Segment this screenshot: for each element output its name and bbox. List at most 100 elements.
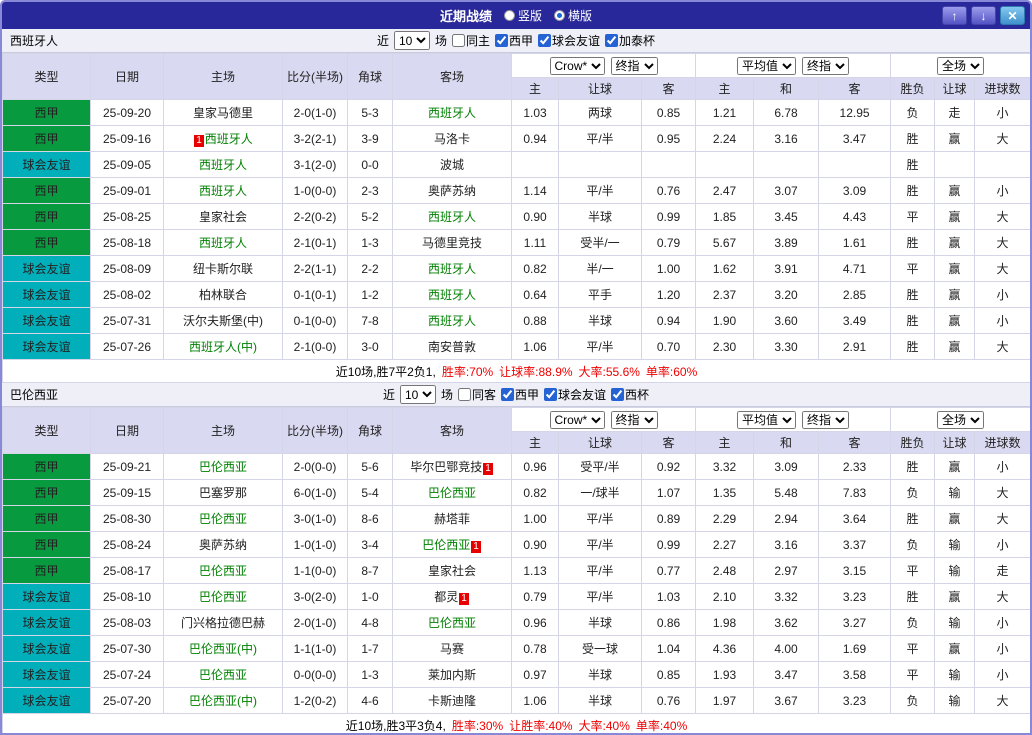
layout-radio-vertical[interactable]: 竖版 <box>504 7 542 24</box>
column-header: 进球数 <box>975 78 1031 100</box>
ah-line: 半球 <box>559 662 642 688</box>
ah-result-cell: 输 <box>935 662 975 688</box>
goals-result-cell: 小 <box>975 282 1031 308</box>
ah-line: 平/半 <box>559 532 642 558</box>
checkbox[interactable] <box>458 388 471 401</box>
eu-away-odds: 2.33 <box>819 454 891 480</box>
ah-result-cell: 赢 <box>935 230 975 256</box>
checkbox[interactable] <box>495 34 508 47</box>
column-header: 客 <box>642 78 696 100</box>
match-count-select[interactable]: 10 <box>400 385 436 404</box>
eu-draw-odds: 3.47 <box>754 662 819 688</box>
ah-home-odds: 0.96 <box>512 610 559 636</box>
goals-result-cell: 小 <box>975 454 1031 480</box>
result-cell: 负 <box>891 610 935 636</box>
corner-cell: 7-8 <box>348 308 393 334</box>
move-down-button[interactable]: ↓ <box>971 6 996 25</box>
ah-result-cell: 输 <box>935 688 975 714</box>
away-team-cell: 巴伦西亚 <box>393 480 512 506</box>
eu-odds-source-select[interactable]: 平均值 <box>737 57 796 75</box>
eu-home-odds: 2.30 <box>696 334 754 360</box>
match-count-select[interactable]: 10 <box>394 31 430 50</box>
ah-away-odds: 0.77 <box>642 558 696 584</box>
checkbox-label: 同客 <box>472 386 496 403</box>
goals-result-cell: 大 <box>975 204 1031 230</box>
ah-away-odds: 0.94 <box>642 308 696 334</box>
checkbox[interactable] <box>605 34 618 47</box>
result-row: 球会友谊 25-07-31 沃尔夫斯堡(中) 0-1(0-0) 7-8 西班牙人… <box>3 308 1031 334</box>
competition-checkbox[interactable]: 西甲 <box>501 386 539 403</box>
team-name: 纽卡斯尔联 <box>193 262 253 276</box>
checkbox[interactable] <box>452 34 465 47</box>
eu-draw-odds: 3.91 <box>754 256 819 282</box>
competition-cell: 球会友谊 <box>3 584 91 610</box>
eu-draw-odds: 3.60 <box>754 308 819 334</box>
competition-checkbox[interactable]: 西杯 <box>611 386 649 403</box>
result-cell: 负 <box>891 532 935 558</box>
eu-odds-time-select[interactable]: 终指 <box>802 411 849 429</box>
column-header: 比分(半场) <box>283 408 348 454</box>
team-name: 巴伦西亚 <box>199 460 247 474</box>
ah-home-odds: 1.06 <box>512 334 559 360</box>
result-cell: 负 <box>891 100 935 126</box>
checkbox[interactable] <box>501 388 514 401</box>
checkbox[interactable] <box>611 388 624 401</box>
summary-row: 近10场,胜3平3负4,胜率:30%让胜率:40%大率:40%单率:40% <box>3 714 1031 735</box>
ah-result-cell: 输 <box>935 532 975 558</box>
eu-odds-time-select[interactable]: 终指 <box>802 57 849 75</box>
column-header: 和 <box>754 78 819 100</box>
score-cell: 0-1(0-0) <box>283 308 348 334</box>
eu-away-odds: 1.69 <box>819 636 891 662</box>
home-team-cell: 巴塞罗那 <box>164 480 283 506</box>
result-cell: 胜 <box>891 152 935 178</box>
scope-select[interactable]: 全场 <box>937 411 984 429</box>
column-header: 角球 <box>348 54 393 100</box>
same-venue-checkbox[interactable]: 同客 <box>458 386 496 403</box>
team-name: 马德里竞技 <box>422 236 482 250</box>
eu-draw-odds: 3.09 <box>754 454 819 480</box>
result-row: 球会友谊 25-07-24 巴伦西亚 0-0(0-0) 1-3 莱加内斯 0.9… <box>3 662 1031 688</box>
ah-odds-time-select[interactable]: 终指 <box>611 411 658 429</box>
same-venue-checkbox[interactable]: 同主 <box>452 32 490 49</box>
eu-home-odds: 2.29 <box>696 506 754 532</box>
corner-cell: 2-2 <box>348 256 393 282</box>
team-name: 巴伦西亚 <box>199 668 247 682</box>
competition-checkbox[interactable]: 球会友谊 <box>544 386 606 403</box>
competition-checkbox[interactable]: 球会友谊 <box>538 32 600 49</box>
column-header: 胜负 <box>891 78 935 100</box>
ah-odds-source-select[interactable]: Crow* <box>550 411 605 429</box>
checkbox-label: 加泰杯 <box>619 32 655 49</box>
close-icon[interactable]: ✕ <box>1000 6 1025 25</box>
competition-checkbox[interactable]: 西甲 <box>495 32 533 49</box>
checkbox[interactable] <box>544 388 557 401</box>
scope-select[interactable]: 全场 <box>937 57 984 75</box>
layout-radio-horizontal[interactable]: 横版 <box>554 7 592 24</box>
home-team-cell: 西班牙人 <box>164 152 283 178</box>
away-team-cell: 西班牙人 <box>393 256 512 282</box>
ah-home-odds: 0.94 <box>512 126 559 152</box>
sections-container: 西班牙人 近 10 场 同主 西甲球会友谊加泰杯 类型日期主场比分(半场)角球客… <box>2 29 1030 735</box>
eu-home-odds: 1.62 <box>696 256 754 282</box>
checkbox[interactable] <box>538 34 551 47</box>
ah-home-odds <box>512 152 559 178</box>
date-cell: 25-08-10 <box>91 584 164 610</box>
team-name: 皇家社会 <box>428 564 476 578</box>
ah-away-odds: 0.85 <box>642 662 696 688</box>
ah-away-odds: 0.95 <box>642 126 696 152</box>
ah-line: 平/半 <box>559 506 642 532</box>
result-cell: 胜 <box>891 230 935 256</box>
eu-draw-odds: 3.67 <box>754 688 819 714</box>
ah-result-cell: 走 <box>935 100 975 126</box>
ah-result-cell: 赢 <box>935 636 975 662</box>
move-up-button[interactable]: ↑ <box>942 6 967 25</box>
ah-away-odds: 1.04 <box>642 636 696 662</box>
team-name: 西班牙人(中) <box>189 340 257 354</box>
ah-home-odds: 0.90 <box>512 204 559 230</box>
eu-odds-source-select[interactable]: 平均值 <box>737 411 796 429</box>
away-team-cell: 赫塔菲 <box>393 506 512 532</box>
goals-result-cell: 走 <box>975 558 1031 584</box>
ah-odds-time-select[interactable]: 终指 <box>611 57 658 75</box>
home-team-cell: 巴伦西亚(中) <box>164 688 283 714</box>
ah-odds-source-select[interactable]: Crow* <box>550 57 605 75</box>
competition-checkbox[interactable]: 加泰杯 <box>605 32 655 49</box>
